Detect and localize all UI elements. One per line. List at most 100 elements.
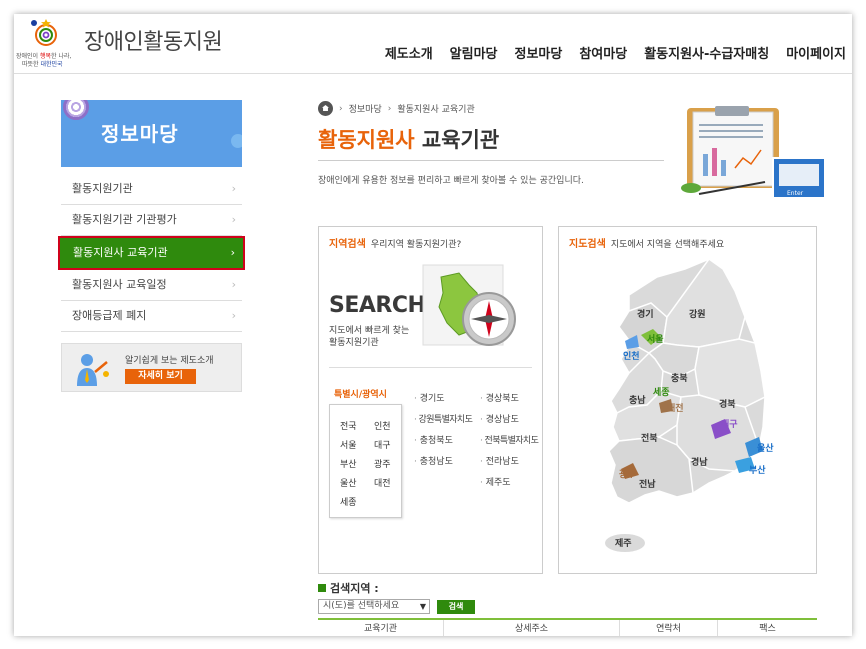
map-label-incheon: 인천	[623, 351, 640, 362]
metro-link-busan[interactable]: 부산	[340, 457, 374, 470]
map-label-seoul: 서울	[647, 333, 664, 345]
column-header-phone: 연락처	[620, 620, 718, 636]
sidebar-item-agencies[interactable]: 활동지원기관 ›	[61, 174, 242, 205]
breadcrumb: › 정보마당 › 활동지원사 교육기관	[318, 101, 475, 116]
nav-item-notice[interactable]: 알림마당	[450, 43, 498, 62]
dot-decoration-icon	[231, 134, 242, 148]
metro-cities-header: 특별시/광역시	[334, 390, 387, 400]
home-icon[interactable]	[318, 101, 333, 116]
map-label-ulsan: 울산	[757, 442, 774, 454]
province-link-gyeongbuk[interactable]: 경상북도	[480, 391, 538, 412]
region-search-header: 지역검색 우리지역 활동지원기관?	[329, 239, 462, 250]
metro-link-incheon[interactable]: 인천	[374, 419, 398, 432]
breadcrumb-item-current[interactable]: 활동지원사 교육기관	[397, 102, 474, 115]
square-bullet-icon	[318, 584, 326, 592]
page-title: 활동지원사 교육기관	[318, 128, 500, 152]
search-subtitle-2: 활동지원기관	[329, 338, 379, 348]
korea-map[interactable]: 경기 서울 인천 강원 충북 세종 충남 대전 경북 대구 전북 경남 울산 부…	[559, 247, 818, 573]
province-link-chungbuk[interactable]: 충청북도	[414, 433, 472, 454]
province-link-jeonnam[interactable]: 전라남도	[480, 454, 538, 475]
logo-tagline-2: 따뜻한 대한민국	[22, 61, 63, 68]
nav-item-intro[interactable]: 제도소개	[385, 43, 433, 62]
region-search-panel: 지역검색 우리지역 활동지원기관? SEARCH 지도에서 빠르게 찾는 활동지원…	[318, 226, 543, 574]
province-link-jeju[interactable]: 제주도	[480, 475, 538, 496]
map-label-chungnam: 충남	[629, 394, 646, 406]
nav-item-mypage[interactable]: 마이페이지	[786, 43, 846, 62]
sidebar-item-training-institutions[interactable]: 활동지원사 교육기관 ›	[58, 236, 245, 270]
logo-mark-icon	[31, 19, 57, 46]
map-label-gyeonggi: 경기	[637, 308, 654, 320]
panel-divider	[329, 367, 532, 368]
system-intro-text: 알기쉽게 보는 제도소개	[125, 356, 214, 366]
province-link-gyeonggi[interactable]: 경기도	[414, 391, 472, 412]
province-link-chungnam[interactable]: 충청남도	[414, 454, 472, 475]
metro-link-seoul[interactable]: 서울	[340, 438, 374, 451]
column-header-fax: 팩스	[759, 624, 776, 634]
map-label-gwangju: 광주	[619, 468, 636, 480]
map-label-busan: 부산	[749, 464, 766, 476]
map-label-gyeongbuk: 경북	[719, 398, 736, 410]
map-label-chungbuk: 충북	[671, 372, 688, 384]
map-label-sejong: 세종	[653, 386, 670, 398]
map-label-jeonbuk: 전북	[641, 432, 658, 444]
province-link-gyeongnam[interactable]: 경상남도	[480, 412, 538, 433]
metro-link-gwangju[interactable]: 광주	[374, 457, 398, 470]
system-intro-box: 알기쉽게 보는 제도소개 자세히 보기	[61, 343, 242, 392]
site-title[interactable]: 장애인활동지원	[84, 24, 223, 56]
chevron-right-icon: ›	[231, 278, 236, 291]
view-details-button[interactable]: 자세히 보기	[125, 369, 196, 384]
clipboard-documents-icon: Enter	[681, 106, 826, 199]
sidebar-menu: 활동지원기관 › 활동지원기관 기관평가 › 활동지원사 교육기관 › 활동지원사 교…	[58, 174, 245, 332]
metro-cities-list: 전국 인천 서울 대구 부산 광주 울산 대전 세종	[329, 404, 402, 518]
province-link-jeonbuk[interactable]: 전북특별자치도	[480, 433, 539, 454]
metro-link-ulsan[interactable]: 울산	[340, 476, 374, 489]
map-label-daegu: 대구	[721, 418, 738, 430]
search-heading: SEARCH	[329, 293, 426, 318]
chevron-right-icon: ›	[231, 309, 236, 322]
chevron-right-icon: ›	[231, 213, 236, 226]
chevron-right-icon: ›	[230, 246, 235, 259]
search-button[interactable]: 검색	[437, 600, 475, 614]
metro-link-sejong[interactable]: 세종	[340, 495, 374, 508]
browser-page: 장애인이 행복한 나라, 따뜻한 대한민국 장애인활동지원 제도소개 알림마당 …	[14, 14, 852, 636]
sidebar-item-agency-evaluation[interactable]: 활동지원기관 기관평가 ›	[61, 205, 242, 236]
map-compass-icon	[422, 264, 516, 346]
metro-link-nationwide[interactable]: 전국	[340, 419, 374, 432]
metro-link-daejeon[interactable]: 대전	[374, 476, 398, 489]
province-link-gangwon[interactable]: 강원특별자치도	[414, 412, 473, 433]
search-region-label: 검색지역 :	[318, 580, 379, 596]
breadcrumb-separator-icon: ›	[339, 103, 343, 114]
presenter-person-icon	[77, 354, 109, 386]
chevron-down-icon: ▼	[419, 602, 426, 611]
header-divider	[14, 73, 852, 74]
sidebar-item-label: 활동지원사 교육기관	[73, 246, 168, 259]
sidebar-item-label: 활동지원기관 기관평가	[72, 213, 177, 226]
nav-item-matching[interactable]: 활동지원사-수급자매칭	[644, 43, 769, 62]
page-description: 장애인에게 유용한 정보를 편리하고 빠르게 찾아볼 수 있는 공간입니다.	[318, 176, 584, 186]
region-select[interactable]: 시(도)를 선택하세요 ▼	[318, 599, 430, 614]
swirl-decoration-icon	[63, 100, 89, 120]
nav-item-info[interactable]: 정보마당	[515, 43, 563, 62]
map-search-panel: 지도검색 지도에서 지역을 선택해주세요 경기 서울 인천 강원 충북 세종 충…	[558, 226, 817, 574]
metro-link-daegu[interactable]: 대구	[374, 438, 398, 451]
sidebar-item-training-schedule[interactable]: 활동지원사 교육일정 ›	[61, 270, 242, 301]
sidebar-item-label: 활동지원사 교육일정	[72, 278, 167, 291]
sidebar-item-label: 활동지원기관	[72, 182, 133, 195]
province-list-1: 경기도 강원특별자치도 충청북도 충청남도	[414, 391, 473, 475]
sidebar-banner: 정보마당	[61, 100, 242, 167]
map-label-daejeon: 대전	[667, 402, 684, 414]
site-logo[interactable]: 장애인이 행복한 나라, 따뜻한 대한민국	[16, 16, 86, 72]
results-table-header: 교육기관 상세주소 연락처 팩스	[318, 620, 817, 636]
province-list-2: 경상북도 경상남도 전북특별자치도 전라남도 제주도	[480, 391, 539, 496]
title-divider	[318, 160, 664, 161]
sidebar-item-grade-abolition[interactable]: 장애등급제 폐지 ›	[61, 301, 242, 332]
breadcrumb-item-info[interactable]: 정보마당	[349, 102, 382, 115]
global-nav: 제도소개 알림마당 정보마당 참여마당 활동지원사-수급자매칭 마이페이지	[385, 43, 846, 62]
map-label-jeonnam: 전남	[639, 478, 656, 490]
svg-text:Enter: Enter	[787, 190, 804, 197]
column-header-address: 상세주소	[444, 620, 620, 636]
nav-item-participation[interactable]: 참여마당	[579, 43, 627, 62]
sidebar-item-label: 장애등급제 폐지	[72, 309, 147, 322]
column-header-institution: 교육기관	[318, 620, 444, 636]
chevron-right-icon: ›	[231, 182, 236, 195]
